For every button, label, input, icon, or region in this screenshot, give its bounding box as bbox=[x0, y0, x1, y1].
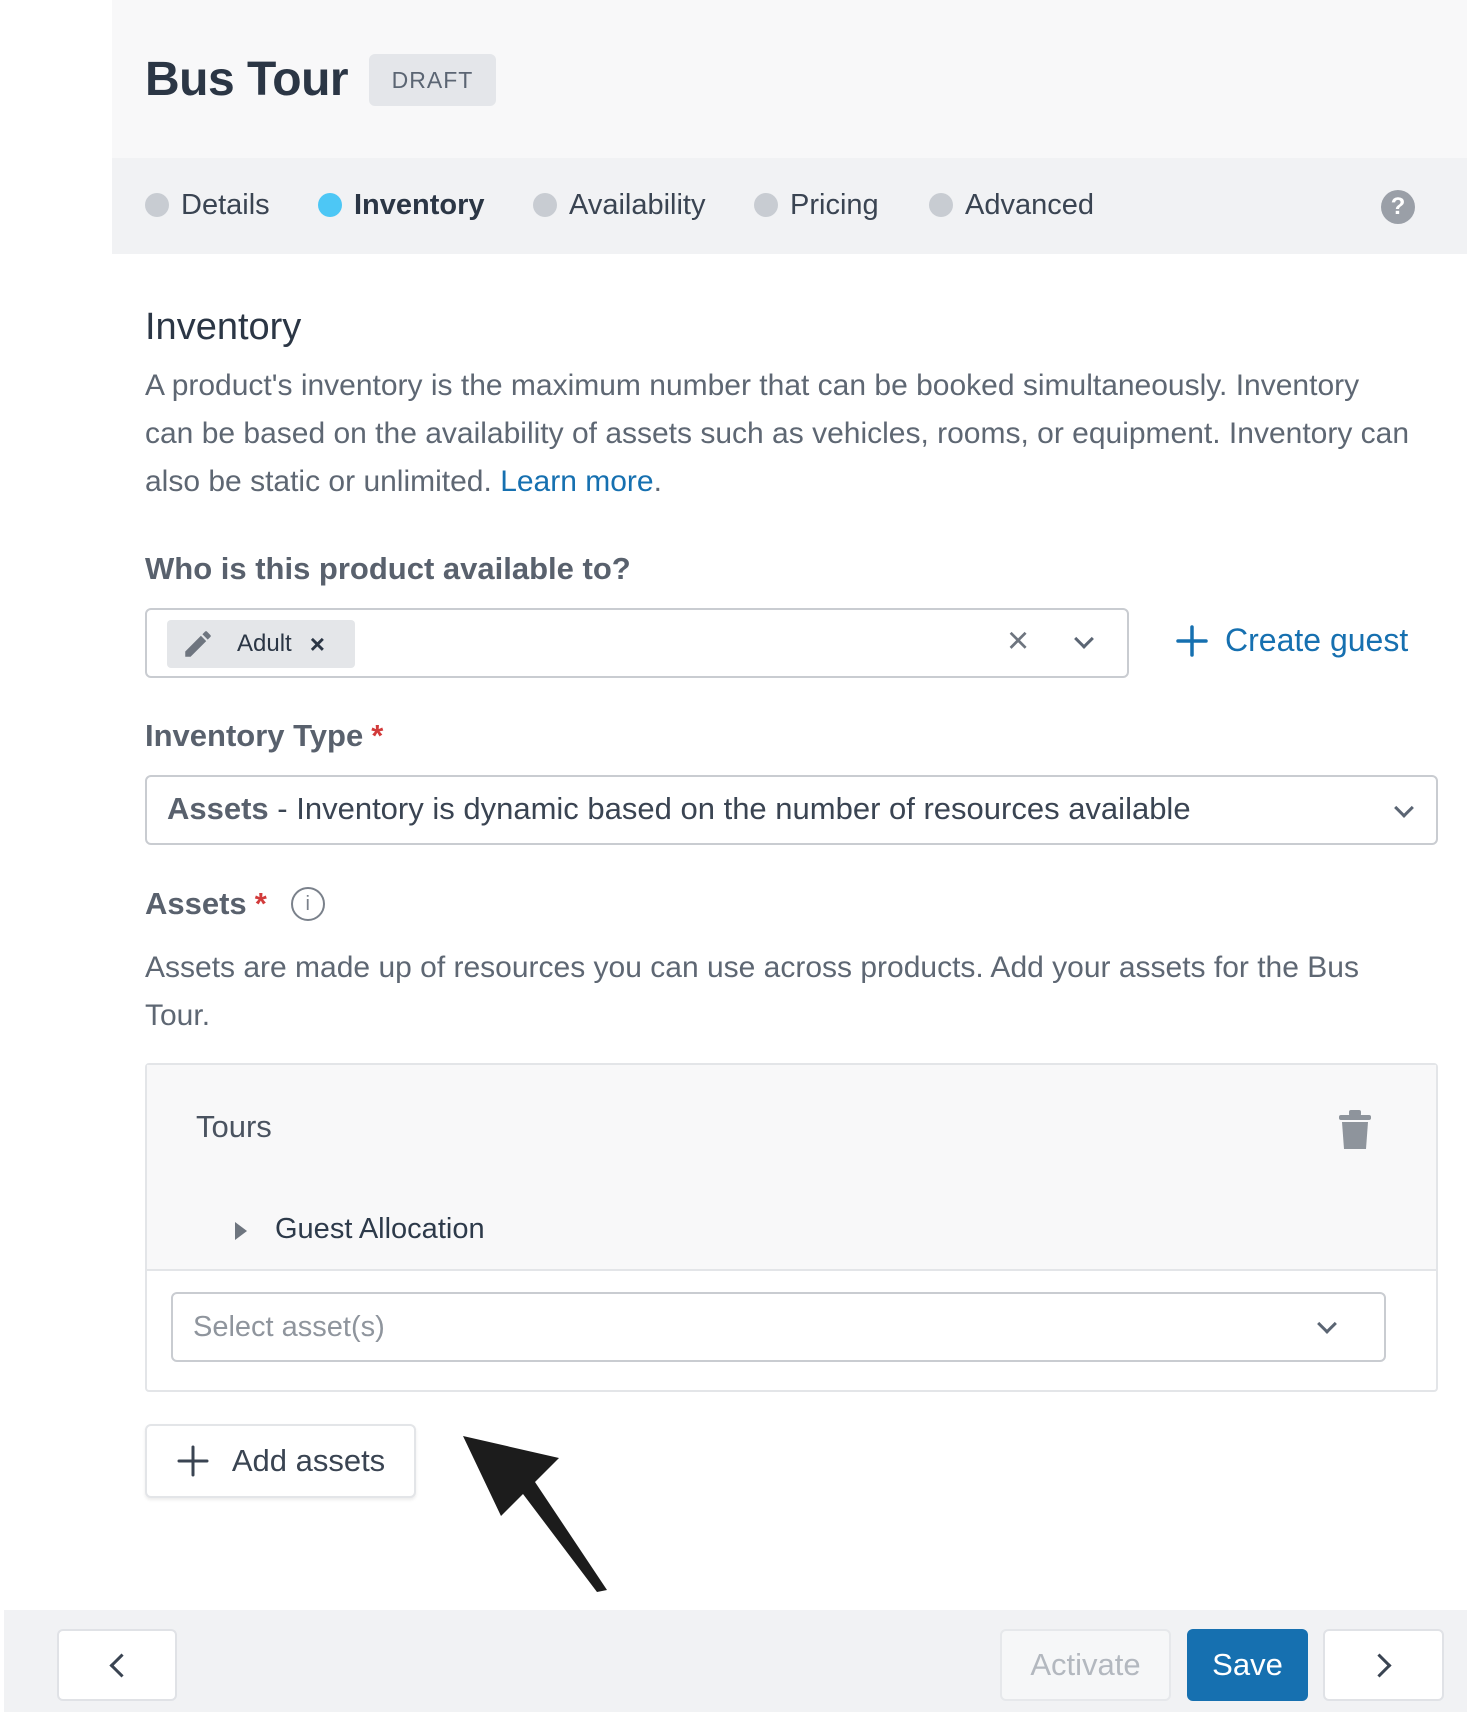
save-button[interactable]: Save bbox=[1187, 1629, 1308, 1701]
chevron-down-icon[interactable] bbox=[1074, 629, 1094, 649]
step-dot-icon bbox=[318, 193, 342, 217]
inventory-type-select[interactable]: Assets - Inventory is dynamic based on t… bbox=[145, 775, 1438, 845]
section-title: Inventory bbox=[145, 306, 302, 348]
inventory-description: A product's inventory is the maximum num… bbox=[145, 369, 1410, 498]
step-dot-icon bbox=[145, 193, 169, 217]
asset-name: Tours bbox=[196, 1109, 272, 1144]
inventory-type-value: Assets - Inventory is dynamic based on t… bbox=[167, 791, 1191, 826]
chevron-left-icon bbox=[108, 1652, 134, 1678]
asset-card-header: Tours bbox=[147, 1065, 1436, 1195]
assets-description: Assets are made up of resources you can … bbox=[145, 951, 1359, 1032]
tab-availability[interactable]: Availability bbox=[533, 186, 705, 224]
chevron-down-icon[interactable] bbox=[1394, 798, 1414, 818]
chevron-right-icon bbox=[1367, 1652, 1392, 1678]
select-assets-input[interactable]: Select asset(s) bbox=[171, 1292, 1386, 1362]
step-dot-icon bbox=[754, 193, 778, 217]
tab-inventory[interactable]: Inventory bbox=[318, 186, 485, 224]
chip-remove-icon[interactable]: × bbox=[310, 629, 325, 660]
chevron-down-icon[interactable] bbox=[1317, 1314, 1337, 1334]
pointer-arrow-icon bbox=[463, 1436, 607, 1592]
inventory-type-label: Inventory Type * bbox=[145, 718, 384, 753]
page-title: Bus Tour bbox=[145, 53, 349, 106]
add-assets-button[interactable]: Add assets bbox=[145, 1424, 416, 1498]
required-marker: * bbox=[254, 886, 267, 921]
info-icon[interactable]: i bbox=[290, 887, 325, 921]
guest-chip: Adult × bbox=[167, 620, 355, 668]
trash-icon[interactable] bbox=[1335, 1107, 1375, 1151]
plus-icon bbox=[177, 1445, 209, 1477]
activate-button[interactable]: Activate bbox=[1000, 1629, 1171, 1701]
assets-label: Assets * i bbox=[145, 886, 325, 922]
caret-right-icon[interactable] bbox=[233, 1220, 249, 1242]
clear-icon[interactable]: × bbox=[1007, 620, 1029, 663]
previous-button[interactable] bbox=[57, 1629, 177, 1701]
tab-pricing[interactable]: Pricing bbox=[754, 186, 879, 224]
available-to-label: Who is this product available to? bbox=[145, 551, 631, 586]
step-dot-icon bbox=[929, 193, 953, 217]
tab-details[interactable]: Details bbox=[145, 186, 270, 224]
select-assets-placeholder: Select asset(s) bbox=[193, 1311, 385, 1343]
guest-chip-label: Adult bbox=[237, 630, 292, 657]
pencil-icon[interactable] bbox=[181, 627, 215, 661]
learn-more-link[interactable]: Learn more bbox=[500, 465, 653, 498]
tab-advanced[interactable]: Advanced bbox=[929, 186, 1094, 224]
status-badge: DRAFT bbox=[369, 54, 496, 106]
help-icon[interactable]: ? bbox=[1381, 190, 1415, 224]
guest-allocation-label: Guest Allocation bbox=[275, 1213, 485, 1245]
required-marker: * bbox=[371, 718, 384, 753]
step-dot-icon bbox=[533, 193, 557, 217]
next-button[interactable] bbox=[1323, 1629, 1444, 1701]
guest-allocation-row[interactable]: Guest Allocation bbox=[147, 1193, 1436, 1271]
guest-type-select[interactable]: Adult × × bbox=[145, 608, 1129, 678]
asset-card: Tours Guest Allocation Select asset(s) bbox=[145, 1063, 1438, 1392]
create-guest-button[interactable]: Create guest bbox=[1175, 622, 1408, 659]
plus-icon bbox=[1176, 624, 1208, 657]
